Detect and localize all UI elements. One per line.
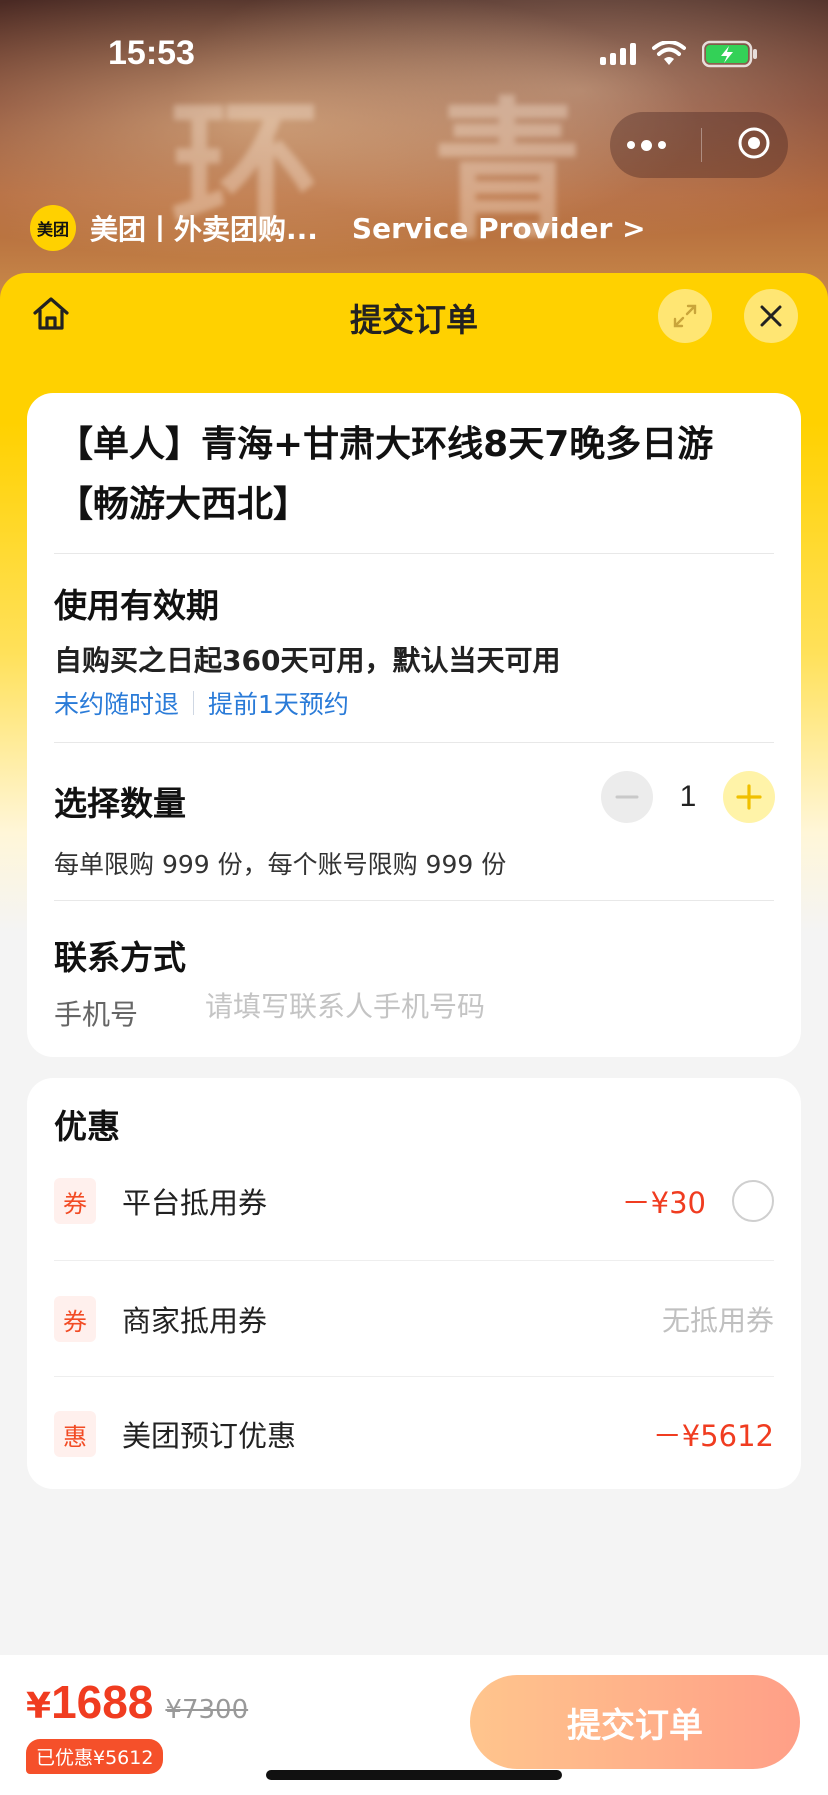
status-time: 15:53 <box>108 34 195 72</box>
contact-title: 联系方式 <box>54 938 186 977</box>
booking-discount-row: 惠 美团预订优惠 －¥5612 <box>54 1376 774 1492</box>
plus-icon <box>736 784 762 810</box>
more-icon[interactable] <box>627 139 667 151</box>
battery-charging-icon <box>702 40 758 68</box>
quantity-title: 选择数量 <box>54 784 186 823</box>
mini-program-name: 美团丨外卖团购... <box>90 213 318 246</box>
discount-name: 美团预订优惠 <box>122 1419 297 1453</box>
signal-icon <box>600 43 636 65</box>
wifi-icon <box>652 41 686 67</box>
meituan-logo: 美团 <box>30 205 76 251</box>
total-price: ¥ 1688 ¥7300 <box>26 1675 248 1729</box>
tag-divider <box>193 691 195 715</box>
divider <box>54 900 774 901</box>
original-price: ¥7300 <box>165 1695 249 1725</box>
refund-tag: 未约随时退 <box>54 690 180 719</box>
price-value: 1688 <box>51 1676 154 1728</box>
capsule-divider <box>700 128 702 162</box>
sheet-header: 提交订单 <box>0 273 828 359</box>
submit-order-button[interactable]: 提交订单 <box>470 1675 800 1769</box>
discount-name: 平台抵用券 <box>122 1186 268 1220</box>
discount-name: 商家抵用券 <box>122 1304 268 1338</box>
saved-badge: 已优惠¥5612 <box>26 1739 164 1774</box>
status-bar: 15:53 <box>0 0 828 110</box>
decrease-button[interactable] <box>601 771 653 823</box>
coupon-badge: 券 <box>54 1178 96 1224</box>
close-mini-program-icon[interactable] <box>737 126 771 164</box>
booking-tag: 提前1天预约 <box>208 690 349 719</box>
increase-button[interactable] <box>723 771 775 823</box>
home-indicator <box>266 1770 562 1780</box>
status-icons <box>600 40 758 68</box>
discount-title: 优惠 <box>54 1107 120 1146</box>
discount-card: 优惠 券 平台抵用券 －¥30 券 商家抵用券 无抵用券 惠 美团预订优惠 －¥… <box>27 1078 801 1489</box>
currency-symbol: ¥ <box>26 1686 52 1727</box>
validity-tags: 未约随时退 提前1天预约 <box>54 685 349 721</box>
service-provider-link[interactable]: Service Provider > <box>352 212 646 245</box>
platform-coupon-row[interactable]: 券 平台抵用券 －¥30 <box>54 1143 774 1259</box>
merchant-coupon-row[interactable]: 券 商家抵用券 无抵用券 <box>54 1261 774 1377</box>
validity-title: 使用有效期 <box>54 586 219 625</box>
expand-button[interactable] <box>658 289 712 343</box>
discount-amount: －¥5612 <box>652 1419 774 1453</box>
close-icon <box>760 305 782 327</box>
purchase-limit-text: 每单限购 999 份，每个账号限购 999 份 <box>54 850 507 879</box>
close-button[interactable] <box>744 289 798 343</box>
divider <box>54 742 774 743</box>
phone-label: 手机号 <box>54 998 139 1031</box>
product-title: 【单人】青海+甘肃大环线8天7晚多日游【畅游大西北】 <box>57 424 714 525</box>
expand-icon <box>673 304 697 328</box>
discount-amount: －¥30 <box>621 1186 706 1220</box>
mini-program-capsule <box>610 112 788 178</box>
quantity-stepper: 1 <box>601 771 775 823</box>
validity-text: 自购买之日起360天可用，默认当天可用 <box>54 644 561 677</box>
coupon-radio[interactable] <box>732 1180 774 1222</box>
minus-icon <box>615 795 639 799</box>
phone-input[interactable] <box>205 981 765 1031</box>
divider <box>54 553 774 554</box>
product-card: 【单人】青海+甘肃大环线8天7晚多日游【畅游大西北】 使用有效期 自购买之日起3… <box>27 393 801 1057</box>
coupon-badge: 券 <box>54 1296 96 1342</box>
provider-row: 美团 美团丨外卖团购... Service Provider > <box>30 205 646 251</box>
discount-badge: 惠 <box>54 1411 96 1457</box>
discount-amount: 无抵用券 <box>661 1304 774 1337</box>
quantity-value: 1 <box>679 780 697 813</box>
